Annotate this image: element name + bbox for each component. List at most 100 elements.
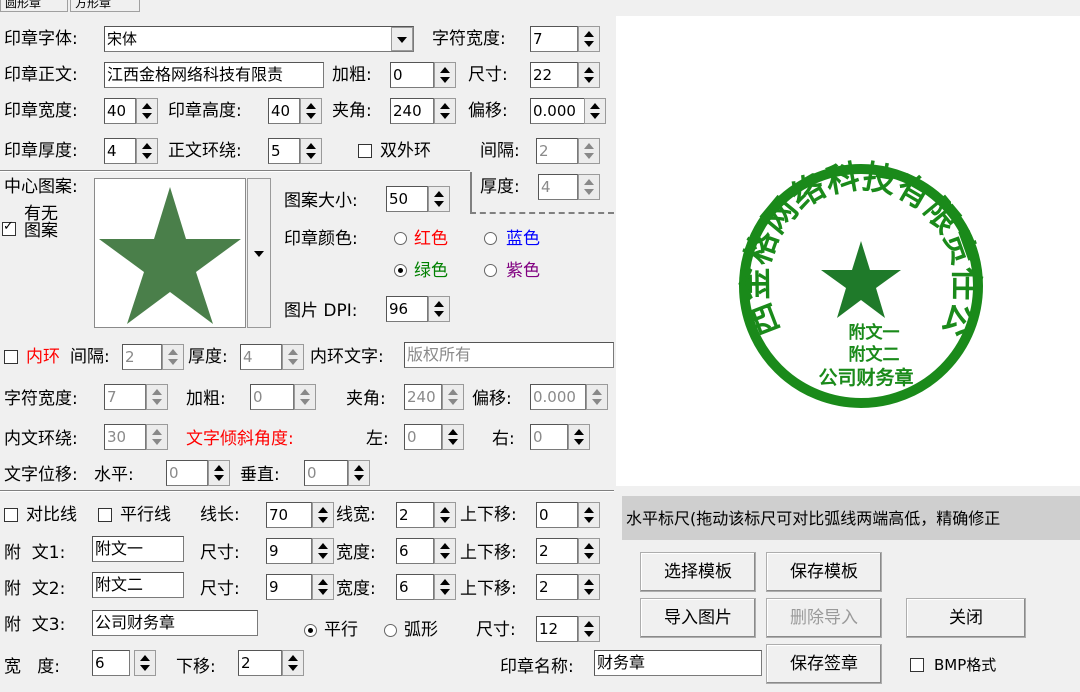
text-shift-v-spinner[interactable] [348, 460, 370, 486]
attach2-text-input[interactable]: 附文二 [92, 572, 184, 598]
line-width-input[interactable]: 2 [396, 502, 434, 528]
line-shift-input[interactable]: 0 [536, 502, 578, 528]
main-text-input[interactable]: 江西金格网络科技有限责 [104, 62, 324, 88]
text-shift-v-input[interactable]: 0 [304, 460, 348, 486]
compare-line-checkbox[interactable] [4, 508, 18, 522]
inner-angle-spinner[interactable] [442, 384, 464, 410]
inner-bold-spinner[interactable] [294, 384, 316, 410]
text-wrap-spinner[interactable] [300, 138, 322, 164]
thickness2-input[interactable]: 4 [538, 174, 578, 200]
inner-text-input[interactable]: 版权所有 [404, 342, 614, 368]
double-ring-checkbox[interactable] [358, 144, 372, 158]
attach1-shift-input[interactable]: 2 [536, 538, 578, 564]
attach2-size-spinner[interactable] [312, 574, 334, 600]
attach1-shift-spinner[interactable] [578, 538, 600, 564]
line-len-spinner[interactable] [312, 502, 334, 528]
inner-char-width-input[interactable]: 7 [104, 384, 146, 410]
font-select[interactable]: 宋体 [104, 26, 414, 52]
line-len-input[interactable]: 70 [266, 502, 312, 528]
size-input[interactable]: 22 [530, 62, 578, 88]
bottom-down-input[interactable]: 2 [238, 650, 282, 676]
dpi-spinner[interactable] [428, 296, 450, 322]
seal-width-input[interactable]: 40 [104, 98, 136, 124]
attach2-shift-input[interactable]: 2 [536, 574, 578, 600]
tab-circle-seal[interactable]: 圆形章 [0, 0, 68, 12]
close-button[interactable]: 关闭 [906, 598, 1026, 638]
inner-wrap-input[interactable]: 30 [104, 424, 146, 450]
seal-width-spinner[interactable] [136, 98, 158, 124]
tilt-right-spinner[interactable] [568, 424, 590, 450]
bottom-width-spinner[interactable] [134, 650, 156, 676]
bmp-checkbox[interactable] [910, 658, 924, 672]
tilt-right-input[interactable]: 0 [530, 424, 568, 450]
angle-spinner[interactable] [434, 98, 456, 124]
pattern-size-input[interactable]: 50 [386, 186, 428, 212]
inner-thickness-spinner[interactable] [282, 344, 304, 370]
import-image-button[interactable]: 导入图片 [640, 598, 756, 638]
seal-name-input[interactable]: 财务章 [594, 650, 762, 676]
bottom-width-input[interactable]: 6 [92, 650, 130, 676]
gap-spinner[interactable] [578, 138, 600, 164]
inner-offset-input[interactable]: 0.000 [530, 384, 586, 410]
pattern-preview[interactable] [94, 178, 246, 328]
pattern-dropdown-chevron-icon[interactable] [247, 178, 271, 328]
offset-input[interactable]: 0.000 [530, 98, 586, 124]
dpi-input[interactable]: 96 [386, 296, 428, 322]
parallel-line-checkbox[interactable] [98, 508, 112, 522]
inner-gap-input[interactable]: 2 [122, 344, 162, 370]
inner-offset-spinner[interactable] [586, 384, 608, 410]
attach2-shift-spinner[interactable] [578, 574, 600, 600]
seal-thickness-input[interactable]: 4 [104, 138, 136, 164]
attach3-size-spinner[interactable] [578, 616, 600, 642]
inner-thickness-input[interactable]: 4 [240, 344, 282, 370]
text-shift-h-spinner[interactable] [208, 460, 230, 486]
angle-input[interactable]: 240 [390, 98, 434, 124]
attach3-parallel-radio[interactable] [304, 624, 317, 637]
horizontal-ruler[interactable]: 水平标尺(拖动该标尺可对比弧线两端高低，精确修正 [622, 496, 1080, 540]
attach3-text-input[interactable]: 公司财务章 [92, 610, 258, 636]
inner-bold-input[interactable]: 0 [250, 384, 294, 410]
attach1-size-input[interactable]: 9 [266, 538, 312, 564]
attach1-text-input[interactable]: 附文一 [92, 536, 184, 562]
bold-input[interactable]: 0 [390, 62, 434, 88]
color-purple-radio[interactable] [484, 264, 497, 277]
inner-wrap-spinner[interactable] [146, 424, 168, 450]
has-pattern-checkbox[interactable] [2, 219, 16, 236]
tilt-left-spinner[interactable] [442, 424, 464, 450]
tab-square-seal[interactable]: 方形章 [70, 0, 140, 12]
seal-thickness-spinner[interactable] [136, 138, 158, 164]
inner-angle-input[interactable]: 240 [404, 384, 442, 410]
char-width-input[interactable]: 7 [530, 26, 578, 52]
offset-spinner[interactable] [584, 98, 606, 124]
line-width-spinner[interactable] [434, 502, 456, 528]
bold-spinner[interactable] [434, 62, 456, 88]
text-shift-h-input[interactable]: 0 [166, 460, 208, 486]
attach3-arc-radio[interactable] [384, 624, 397, 637]
char-width-spinner[interactable] [578, 26, 600, 52]
inner-ring-checkbox[interactable] [4, 350, 18, 364]
text-wrap-input[interactable]: 5 [268, 138, 300, 164]
thickness2-spinner[interactable] [578, 174, 600, 200]
bottom-down-spinner[interactable] [282, 650, 304, 676]
inner-char-width-spinner[interactable] [146, 384, 168, 410]
attach1-size-spinner[interactable] [312, 538, 334, 564]
size-spinner[interactable] [578, 62, 600, 88]
pattern-size-spinner[interactable] [428, 186, 450, 212]
attach1-width-spinner[interactable] [434, 538, 456, 564]
attach3-size-input[interactable]: 12 [536, 616, 578, 642]
save-seal-button[interactable]: 保存签章 [766, 644, 882, 684]
attach2-size-input[interactable]: 9 [266, 574, 312, 600]
attach2-width-spinner[interactable] [434, 574, 456, 600]
delete-import-button[interactable]: 删除导入 [766, 598, 882, 638]
select-template-button[interactable]: 选择模板 [640, 552, 756, 592]
color-blue-radio[interactable] [484, 232, 497, 245]
font-dropdown-chevron-icon[interactable] [391, 27, 413, 51]
tilt-left-input[interactable]: 0 [404, 424, 442, 450]
seal-height-spinner[interactable] [300, 98, 322, 124]
attach1-width-input[interactable]: 6 [396, 538, 434, 564]
color-green-radio[interactable] [394, 264, 407, 277]
save-template-button[interactable]: 保存模板 [766, 552, 882, 592]
gap-input[interactable]: 2 [536, 138, 578, 164]
color-red-radio[interactable] [394, 232, 407, 245]
attach2-width-input[interactable]: 6 [396, 574, 434, 600]
